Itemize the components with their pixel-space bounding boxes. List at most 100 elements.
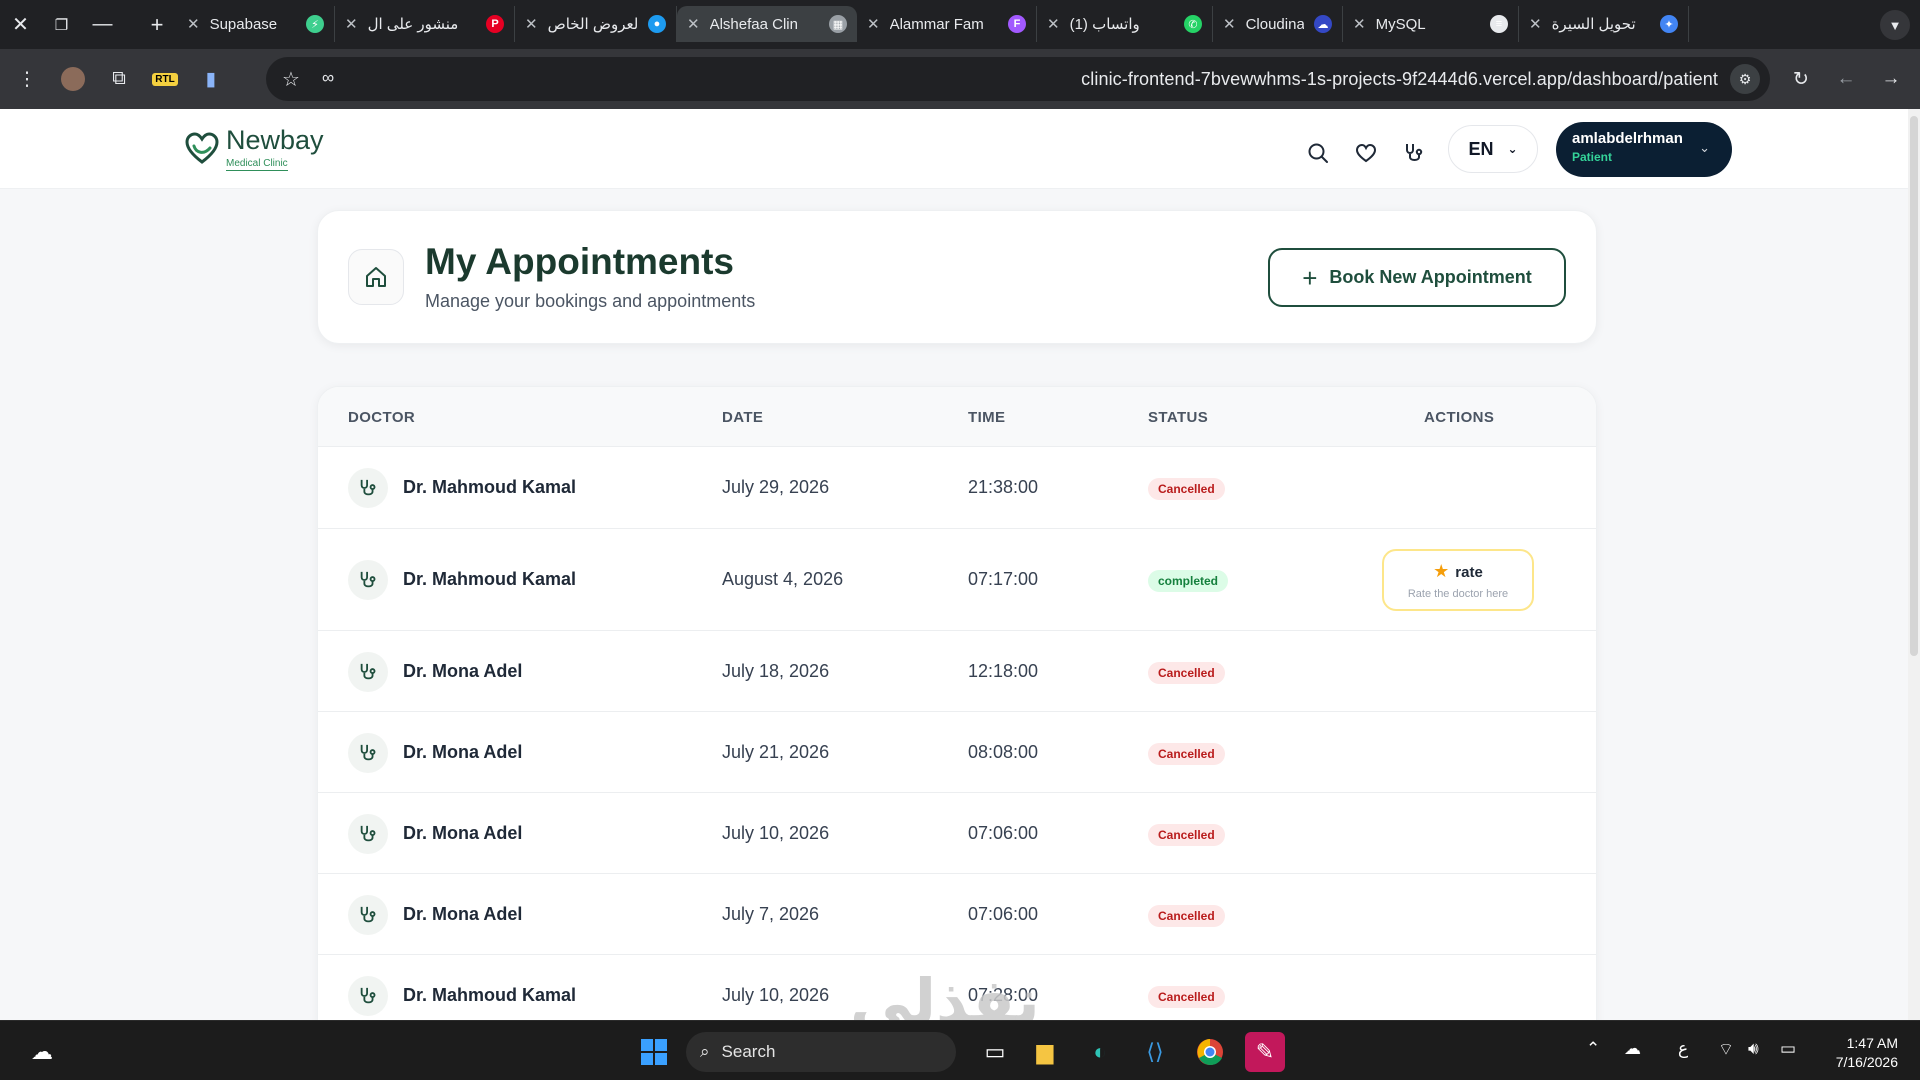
browser-tab[interactable]: ✕ منشور على ال P bbox=[335, 6, 515, 42]
cloudinary-icon: ☁ bbox=[1314, 15, 1332, 33]
close-tab-icon[interactable]: ✕ bbox=[867, 15, 880, 33]
vscode-icon[interactable]: ⟨⟩ bbox=[1135, 1032, 1175, 1072]
site-settings-icon[interactable]: ⚙ bbox=[1730, 64, 1760, 94]
menu-dots-icon[interactable]: ⋮ bbox=[4, 56, 50, 102]
wifi-icon[interactable]: ⌔ bbox=[1718, 1039, 1734, 1060]
stethoscope-icon bbox=[348, 894, 388, 935]
status-badge: completed bbox=[1148, 570, 1229, 592]
taskbar-search[interactable]: ⌕ Search bbox=[686, 1032, 956, 1072]
close-tab-icon[interactable]: ✕ bbox=[1529, 15, 1542, 33]
reload-icon[interactable]: ↻ bbox=[1778, 56, 1824, 102]
close-tab-icon[interactable]: ✕ bbox=[1223, 15, 1236, 33]
paint-app-icon[interactable]: ✎ bbox=[1245, 1032, 1285, 1072]
scrollbar-thumb[interactable] bbox=[1910, 116, 1918, 656]
browser-tab[interactable]: ✕ Alshefaa Clin ▦ bbox=[677, 6, 857, 42]
browser-tab[interactable]: ✕ Cloudinary ☁ bbox=[1213, 6, 1343, 42]
file-explorer-icon[interactable]: ▆ bbox=[1025, 1032, 1065, 1072]
tab-title: العروض الخاص bbox=[547, 16, 638, 33]
logo-subtitle: Medical Clinic bbox=[226, 158, 288, 171]
close-tab-icon[interactable]: ✕ bbox=[187, 15, 200, 33]
appointment-time: 07:06:00 bbox=[968, 903, 1039, 924]
browser-tab[interactable]: ✕ العروض الخاص ● bbox=[515, 6, 677, 42]
tab-title: MySQL bbox=[1375, 15, 1426, 33]
page-subtitle: Manage your bookings and appointments bbox=[425, 291, 756, 311]
brand-logo[interactable]: Newbay Medical Clinic bbox=[184, 127, 324, 171]
taskbar-search-label: Search bbox=[721, 1042, 776, 1061]
chevron-down-icon: ⌄ bbox=[1699, 140, 1710, 155]
appointment-date: July 10, 2026 bbox=[722, 984, 830, 1005]
figma-icon: F bbox=[1008, 15, 1026, 33]
table-row: Dr. Mona Adel July 10, 2026 07:06:00 Cancel… bbox=[318, 793, 1596, 874]
page-header-card: My Appointments Manage your bookings and… bbox=[317, 210, 1597, 344]
start-windows-icon[interactable] bbox=[634, 1032, 674, 1072]
home-icon[interactable] bbox=[348, 249, 404, 305]
app-header: Newbay Medical Clinic EN ⌄ amlabdelrhman… bbox=[0, 109, 1908, 189]
book-new-appointment-button[interactable]: + Book New Appointment bbox=[1268, 248, 1566, 307]
pinterest-icon: P bbox=[486, 15, 504, 33]
forward-arrow-icon[interactable]: → bbox=[1868, 56, 1914, 102]
edge-browser-icon[interactable]: ◐ bbox=[1080, 1032, 1120, 1072]
search-icon: ⌕ bbox=[700, 1042, 710, 1061]
task-view-icon[interactable]: ▭ bbox=[975, 1032, 1015, 1072]
chevron-up-icon[interactable]: ⌃ bbox=[1586, 1039, 1600, 1059]
rate-label: rate bbox=[1455, 564, 1483, 581]
back-arrow-icon[interactable]: ← bbox=[1823, 56, 1869, 102]
status-badge: Cancelled bbox=[1148, 661, 1225, 684]
address-bar[interactable]: ☆ ∞ clinic-frontend-7bvewwhms-1s-project… bbox=[266, 57, 1770, 101]
favorites-heart-icon[interactable] bbox=[1342, 129, 1390, 177]
close-tab-icon[interactable]: ✕ bbox=[687, 15, 700, 33]
doctor-name: Dr. Mahmoud Kamal bbox=[403, 477, 577, 497]
browser-tab[interactable]: ✕ MySQL ≡ bbox=[1343, 6, 1519, 42]
onedrive-icon[interactable]: ☁ bbox=[1624, 1039, 1641, 1059]
bookmark-star-icon[interactable]: ☆ bbox=[282, 67, 300, 92]
close-tab-icon[interactable]: ✕ bbox=[345, 15, 358, 33]
profile-avatar-icon[interactable] bbox=[50, 56, 96, 102]
battery-icon[interactable]: ▭ bbox=[1780, 1039, 1796, 1059]
tab-title: Supabase bbox=[209, 15, 278, 33]
close-tab-icon[interactable]: ✕ bbox=[1353, 15, 1366, 33]
close-tab-icon[interactable]: ✕ bbox=[525, 15, 538, 33]
supabase-icon: ⚡ bbox=[306, 15, 324, 33]
system-clock[interactable]: 1:47 AM 7/16/2026 bbox=[1836, 1034, 1898, 1072]
browser-tab[interactable]: ✕ تحويل السيرة ✦ bbox=[1519, 6, 1689, 42]
appointment-date: July 7, 2026 bbox=[722, 903, 820, 924]
page-icon: ▦ bbox=[829, 15, 847, 33]
user-menu-button[interactable]: amlabdelrhman Patient ⌄ bbox=[1556, 122, 1732, 177]
tab-search-icon[interactable]: ▼ bbox=[1880, 10, 1910, 40]
page-title: My Appointments bbox=[425, 241, 735, 282]
input-language-indicator[interactable]: ع bbox=[1678, 1039, 1688, 1059]
rtl-badge: RTL bbox=[152, 72, 178, 86]
appointment-date: August 4, 2026 bbox=[722, 569, 844, 589]
browser-tab[interactable]: ✕ Alammar Fam F bbox=[857, 6, 1037, 42]
status-badge: Cancelled bbox=[1148, 478, 1225, 500]
restore-window-icon[interactable]: ❐ bbox=[41, 0, 82, 49]
extensions-icon[interactable]: ⧉ bbox=[96, 56, 142, 102]
url-text[interactable]: clinic-frontend-7bvewwhms-1s-projects-9f… bbox=[1081, 69, 1718, 90]
circle-icon: ● bbox=[648, 15, 666, 33]
windows-taskbar: ☁ ⌕ Search ▭ ▆ ◐ ⟨⟩ ✎ ⌃ ☁ ع ⌔ 🔊︎ ▭ 1:47 … bbox=[0, 1020, 1920, 1080]
browser-tab[interactable]: ✕ Supabase ⚡ bbox=[177, 6, 335, 42]
language-selector[interactable]: EN ⌄ bbox=[1448, 125, 1538, 173]
doctor-name: Dr. Mahmoud Kamal bbox=[403, 569, 577, 589]
close-window-icon[interactable]: ✕ bbox=[0, 0, 41, 49]
status-badge: Cancelled bbox=[1148, 904, 1225, 927]
star-icon: ★ bbox=[1433, 561, 1450, 581]
minimize-window-icon[interactable]: — bbox=[82, 0, 123, 49]
rate-doctor-button[interactable]: ★ rate Rate the doctor here bbox=[1382, 549, 1534, 611]
stethoscope-icon bbox=[348, 813, 388, 854]
close-tab-icon[interactable]: ✕ bbox=[1047, 15, 1060, 33]
reading-list-icon[interactable]: ▮ bbox=[188, 56, 234, 102]
table-row: Dr. Mona Adel July 7, 2026 07:06:00 Cancell… bbox=[318, 874, 1596, 955]
weather-icon[interactable]: ☁ bbox=[22, 1032, 62, 1072]
new-tab-button[interactable]: + bbox=[137, 12, 177, 38]
browser-tab[interactable]: ✕ (1) واتساب ✆ bbox=[1037, 6, 1213, 42]
incognito-glasses-icon[interactable]: ∞ bbox=[322, 68, 334, 88]
stethoscope-icon[interactable] bbox=[1390, 129, 1438, 177]
mysql-icon: ≡ bbox=[1490, 15, 1508, 33]
search-icon[interactable] bbox=[1294, 129, 1342, 177]
chrome-icon[interactable] bbox=[1190, 1032, 1230, 1072]
rtl-extension-icon[interactable]: RTL bbox=[142, 56, 188, 102]
volume-icon[interactable]: 🔊︎ bbox=[1748, 1039, 1759, 1059]
appointment-date: July 29, 2026 bbox=[722, 477, 830, 497]
doctor-name: Dr. Mona Adel bbox=[403, 660, 523, 681]
